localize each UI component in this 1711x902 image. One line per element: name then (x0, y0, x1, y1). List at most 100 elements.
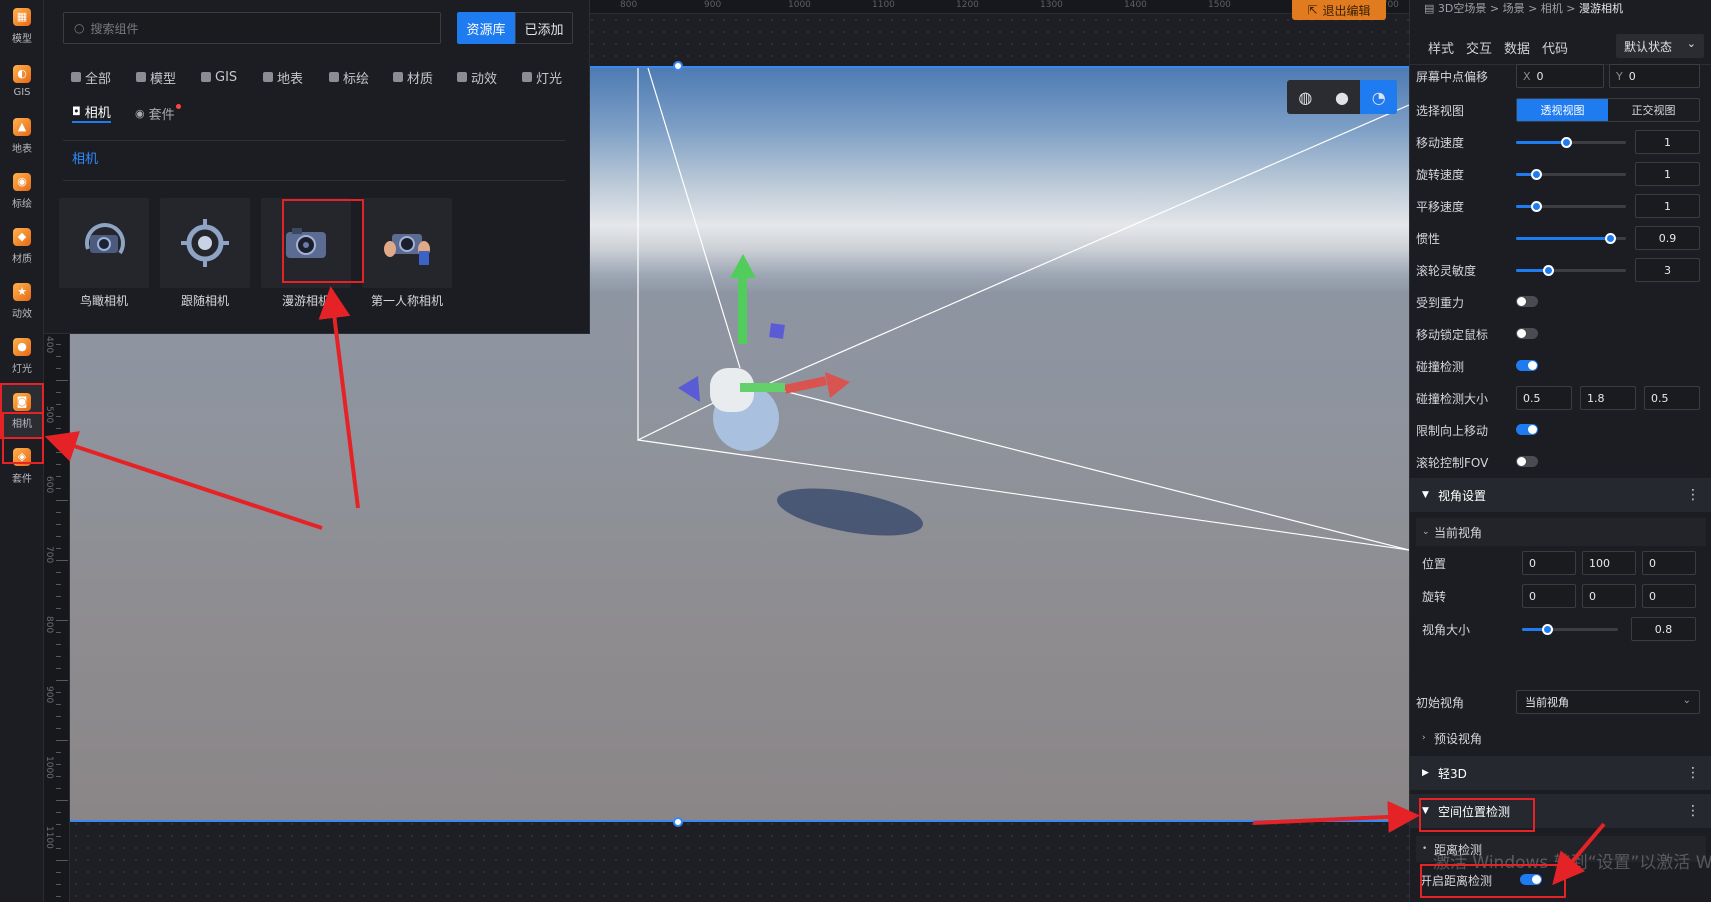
divider (63, 180, 565, 181)
collision-size-y-input[interactable]: 1.8 (1580, 386, 1636, 410)
rail-item[interactable]: ▲ 地表 (2, 110, 42, 162)
tab-interaction[interactable]: 交互 (1466, 38, 1492, 57)
move-speed-slider[interactable] (1516, 137, 1626, 148)
subtab-camera[interactable]: ◘ 相机 (72, 103, 111, 123)
offset-y-input[interactable]: Y0 (1609, 64, 1700, 88)
rotation-z-input[interactable]: 0 (1642, 584, 1696, 608)
section-view-settings[interactable]: ▼ 视角设置 ⋮ (1410, 478, 1711, 512)
limit-up-toggle[interactable] (1516, 424, 1538, 435)
source-library-button[interactable]: 资源库 (457, 12, 515, 44)
lock-mouse-toggle[interactable] (1516, 328, 1538, 339)
ruler-tick-label: 800 (44, 616, 54, 634)
ruler-tick (56, 524, 61, 525)
rail-item[interactable]: ★ 动效 (2, 275, 42, 327)
rail-item[interactable]: ◆ 材质 (2, 220, 42, 272)
breadcrumb-item[interactable]: 场景 (1503, 2, 1525, 15)
exit-edit-button[interactable]: ⇱ 退出编辑 (1292, 0, 1386, 20)
wheel-sensitivity-slider[interactable] (1516, 265, 1626, 276)
view-mode-toolbar: ◍ ● ◔ (1287, 80, 1398, 114)
view-size-slider[interactable] (1522, 624, 1618, 635)
card-first-person-camera[interactable]: 第一人称相机 (362, 198, 452, 310)
offset-x-input[interactable]: X0 (1516, 64, 1604, 88)
rail-item[interactable]: ▦ 模型 (2, 0, 42, 52)
selection-handle-bottom[interactable] (673, 817, 683, 827)
category-tab[interactable]: GIS (201, 67, 237, 87)
category-tab[interactable]: 全部 (71, 67, 111, 87)
card-birdseye-camera[interactable]: 鸟瞰相机 (59, 198, 149, 310)
orthographic-view-button[interactable]: 正交视图 (1608, 99, 1699, 121)
ruler-tick (56, 452, 61, 453)
rotate-speed-slider[interactable] (1516, 169, 1626, 180)
section-label: 相机 (72, 152, 99, 167)
category-tab[interactable]: 地表 (263, 67, 303, 87)
pan-speed-slider[interactable] (1516, 201, 1626, 212)
category-icon (457, 72, 467, 82)
preset-view-header[interactable]: › 预设视角 (1416, 724, 1706, 752)
rail-item[interactable]: ◐ GIS (2, 55, 42, 107)
more-icon[interactable]: ⋮ (1686, 765, 1700, 781)
marker-icon: ◉ (13, 172, 31, 191)
inertia-input[interactable]: 0.9 (1635, 226, 1700, 250)
current-view-header[interactable]: ⌄ 当前视角 (1416, 518, 1706, 546)
prop-label: 选择视图 (1416, 104, 1465, 118)
card-follow-camera[interactable]: 跟随相机 (160, 198, 250, 310)
rail-item[interactable]: ● 灯光 (2, 330, 42, 382)
chevron-right-icon: › (1422, 733, 1426, 743)
view-size-input[interactable]: 0.8 (1631, 617, 1696, 641)
collision-toggle[interactable] (1516, 360, 1538, 371)
highlight-box (1419, 798, 1535, 832)
added-button[interactable]: 已添加 (515, 12, 573, 44)
caret-right-icon: ▶ (1422, 768, 1429, 778)
category-tab[interactable]: 标绘 (329, 67, 369, 87)
prop-label: 视角大小 (1422, 623, 1471, 637)
breadcrumb-item[interactable]: 相机 (1541, 2, 1563, 15)
rail-item[interactable]: ◉ 标绘 (2, 165, 42, 217)
gizmo-y-arrow (730, 254, 756, 278)
tab-data[interactable]: 数据 (1504, 38, 1530, 57)
position-z-input[interactable]: 0 (1642, 551, 1696, 575)
ruler-tick (56, 800, 68, 801)
pan-speed-input[interactable]: 1 (1635, 194, 1700, 218)
wheel-fov-toggle[interactable] (1516, 456, 1538, 467)
ruler-tick (56, 488, 61, 489)
card-label: 跟随相机 (180, 294, 229, 308)
row-rotate-speed: 旋转速度 1 (1416, 162, 1706, 186)
gis-icon: ◐ (13, 64, 31, 83)
orbit-icon[interactable]: ◔ (1360, 80, 1398, 114)
initial-view-select[interactable]: 当前视角 ⌄ (1516, 690, 1700, 714)
more-icon[interactable]: ⋮ (1686, 803, 1700, 819)
search-input[interactable]: ○ 搜索组件 (63, 12, 441, 44)
position-x-input[interactable]: 0 (1522, 551, 1576, 575)
breadcrumb-item[interactable]: 3D空场景 (1438, 2, 1486, 15)
state-select[interactable]: 默认状态 ⌄ (1616, 34, 1704, 58)
collision-size-x-input[interactable]: 0.5 (1516, 386, 1572, 410)
wheel-sensitivity-input[interactable]: 3 (1635, 258, 1700, 282)
position-y-input[interactable]: 100 (1582, 551, 1636, 575)
inertia-slider[interactable] (1516, 233, 1626, 244)
category-tab[interactable]: 材质 (393, 67, 433, 87)
row-move-speed: 移动速度 1 (1416, 130, 1706, 154)
collision-size-z-input[interactable]: 0.5 (1644, 386, 1700, 410)
ruler-tick (56, 644, 61, 645)
section-light3d[interactable]: ▶ 轻3D ⋮ (1410, 756, 1711, 790)
rotation-y-input[interactable]: 0 (1582, 584, 1636, 608)
sphere-icon[interactable]: ● (1324, 80, 1361, 114)
rotation-x-input[interactable]: 0 (1522, 584, 1576, 608)
subtab-kit[interactable]: ◉ 套件 (135, 103, 181, 123)
gravity-toggle[interactable] (1516, 296, 1538, 307)
tab-code[interactable]: 代码 (1542, 38, 1568, 57)
move-speed-input[interactable]: 1 (1635, 130, 1700, 154)
ruler-tick (56, 428, 61, 429)
globe-icon[interactable]: ◍ (1287, 80, 1324, 114)
ruler-tick (56, 884, 61, 885)
rotate-speed-input[interactable]: 1 (1635, 162, 1700, 186)
category-tab[interactable]: 动效 (457, 67, 497, 87)
tab-style[interactable]: 样式 (1428, 38, 1454, 57)
selection-handle-top[interactable] (673, 61, 683, 71)
ruler-tick (56, 608, 61, 609)
perspective-view-button[interactable]: 透视视图 (1517, 99, 1608, 121)
category-tab[interactable]: 灯光 (522, 67, 562, 87)
more-icon[interactable]: ⋮ (1686, 487, 1700, 503)
category-tab[interactable]: 模型 (136, 67, 176, 87)
ruler-tick (56, 548, 61, 549)
